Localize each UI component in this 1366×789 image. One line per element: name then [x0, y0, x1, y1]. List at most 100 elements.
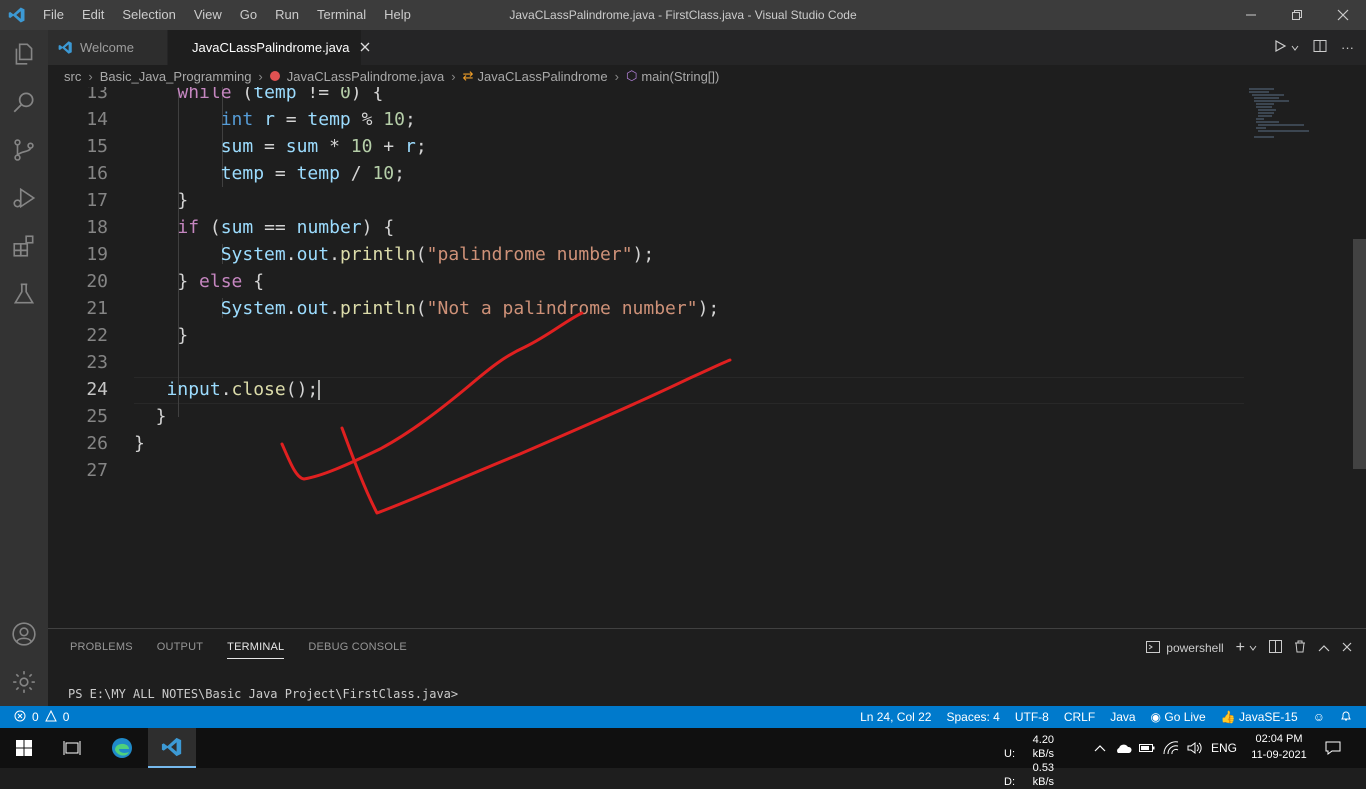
minimize-button[interactable] — [1228, 0, 1274, 30]
windows-start-icon[interactable] — [0, 728, 48, 768]
status-problems[interactable]: 0 0 — [14, 709, 69, 725]
menu-terminal[interactable]: Terminal — [308, 0, 375, 30]
error-icon — [14, 710, 26, 725]
menu-view[interactable]: View — [185, 0, 231, 30]
indentation[interactable]: Spaces: 4 — [946, 710, 999, 724]
battery-icon[interactable] — [1136, 728, 1158, 768]
split-terminal-icon[interactable] — [1269, 640, 1282, 656]
menu-bar: File Edit Selection View Go Run Terminal… — [34, 0, 420, 30]
more-actions-icon[interactable]: ··· — [1341, 40, 1354, 55]
run-debug-icon[interactable] — [0, 174, 48, 222]
jdk-status[interactable]: 👍 JavaSE-15 — [1221, 710, 1298, 724]
menu-selection[interactable]: Selection — [113, 0, 184, 30]
edge-browser-icon[interactable] — [98, 728, 146, 768]
line-number: 23 — [86, 352, 108, 373]
account-icon[interactable] — [0, 610, 48, 658]
feedback-icon[interactable]: ☺ — [1313, 710, 1325, 724]
menu-edit[interactable]: Edit — [73, 0, 113, 30]
code-editor[interactable]: 13 14 15 16 17 18 19 20 21 22 23 24 25 2… — [48, 87, 1366, 628]
line-number: 18 — [86, 217, 108, 238]
java-error-icon — [269, 71, 280, 81]
go-live-button[interactable]: ◉ Go Live — [1151, 710, 1206, 724]
menu-run[interactable]: Run — [266, 0, 308, 30]
extensions-icon[interactable] — [0, 222, 48, 270]
cursor-position[interactable]: Ln 24, Col 22 — [860, 710, 931, 724]
trash-icon[interactable] — [1294, 640, 1306, 656]
terminal-output[interactable]: PS E:\MY ALL NOTES\Basic Java Project\Fi… — [68, 687, 458, 701]
shell-selector[interactable]: powershell — [1166, 641, 1223, 655]
class-icon: ⇄ — [462, 68, 474, 83]
tab-javaclasspalindrome[interactable]: JavaCLassPalindrome.java — [168, 30, 369, 65]
tab-problems[interactable]: PROBLEMS — [70, 641, 133, 659]
close-tab-icon[interactable] — [360, 40, 370, 55]
chevron-up-icon[interactable] — [1090, 728, 1110, 768]
notifications-bell-icon[interactable] — [1340, 710, 1352, 725]
broadcast-icon: ◉ — [1150, 710, 1162, 724]
tab-terminal[interactable]: TERMINAL — [227, 641, 285, 659]
code-line: temp = temp / 10; — [220, 163, 405, 184]
vscode-taskbar-icon[interactable] — [148, 728, 196, 768]
close-panel-icon[interactable] — [1342, 641, 1352, 655]
minimap[interactable] — [1244, 87, 1354, 147]
chevron-down-icon[interactable] — [1249, 641, 1257, 655]
code-line: } — [134, 325, 189, 346]
line-number-current: 24 — [86, 379, 108, 400]
line-number: 27 — [86, 460, 108, 481]
status-right: Ln 24, Col 22 Spaces: 4 UTF-8 CRLF Java … — [860, 710, 1352, 725]
panel-actions: powershell + — [1146, 639, 1352, 657]
line-number: 19 — [86, 244, 108, 265]
encoding[interactable]: UTF-8 — [1015, 710, 1049, 724]
menu-help[interactable]: Help — [375, 0, 420, 30]
breadcrumb-class[interactable]: JavaCLassPalindrome — [478, 69, 608, 84]
explorer-icon[interactable] — [0, 30, 48, 78]
volume-icon[interactable] — [1184, 728, 1206, 768]
code-line: } — [134, 406, 167, 427]
split-editor-icon[interactable] — [1313, 39, 1327, 56]
input-language[interactable]: ENG — [1208, 728, 1240, 768]
vscode-logo-icon[interactable] — [0, 0, 34, 30]
testing-icon[interactable] — [0, 270, 48, 318]
source-control-icon[interactable] — [0, 126, 48, 174]
wifi-icon[interactable] — [1160, 728, 1182, 768]
warning-icon — [44, 709, 57, 725]
language-mode[interactable]: Java — [1110, 710, 1135, 724]
terminal-icon — [1146, 640, 1161, 656]
go-live-label: Go Live — [1164, 710, 1206, 724]
menu-go[interactable]: Go — [231, 0, 266, 30]
jdk-label: JavaSE-15 — [1239, 710, 1298, 724]
activity-bar — [0, 30, 48, 706]
tab-welcome[interactable]: Welcome — [48, 30, 168, 65]
close-window-button[interactable] — [1320, 0, 1366, 30]
menu-file[interactable]: File — [34, 0, 73, 30]
line-number: 21 — [86, 298, 108, 319]
line-number: 25 — [86, 406, 108, 427]
action-center-icon[interactable] — [1318, 728, 1348, 768]
breadcrumb-method[interactable]: main(String[]) — [641, 69, 719, 84]
vscode-icon — [58, 41, 72, 54]
breadcrumb-file[interactable]: JavaCLassPalindrome.java — [287, 69, 445, 84]
search-icon[interactable] — [0, 78, 48, 126]
code-line: System.out.println("palindrome number"); — [220, 244, 655, 265]
run-file-icon[interactable] — [1273, 39, 1287, 56]
bottom-panel: PROBLEMS OUTPUT TERMINAL DEBUG CONSOLE p… — [48, 628, 1366, 706]
task-view-icon[interactable] — [48, 728, 96, 768]
end-of-line[interactable]: CRLF — [1064, 710, 1095, 724]
chevron-down-icon[interactable] — [1291, 40, 1299, 55]
code-line: System.out.println("Not a palindrome num… — [220, 298, 720, 319]
breadcrumb-folder[interactable]: Basic_Java_Programming — [100, 69, 252, 84]
restore-button[interactable] — [1274, 0, 1320, 30]
line-number: 26 — [86, 433, 108, 454]
tab-output[interactable]: OUTPUT — [157, 641, 203, 659]
settings-gear-icon[interactable] — [0, 658, 48, 706]
window-controls — [1228, 0, 1366, 30]
clock[interactable]: 02:04 PM 11-09-2021 — [1244, 731, 1314, 763]
clock-date: 11-09-2021 — [1251, 749, 1307, 761]
new-terminal-icon[interactable]: + — [1236, 639, 1245, 657]
onedrive-cloud-icon[interactable] — [1112, 728, 1134, 768]
editor-scrollbar[interactable] — [1353, 239, 1366, 469]
tab-welcome-label: Welcome — [80, 40, 134, 55]
title-bar: File Edit Selection View Go Run Terminal… — [0, 0, 1366, 30]
maximize-panel-icon[interactable] — [1318, 641, 1330, 655]
tab-debug-console[interactable]: DEBUG CONSOLE — [308, 641, 407, 659]
breadcrumb-src[interactable]: src — [64, 69, 81, 84]
